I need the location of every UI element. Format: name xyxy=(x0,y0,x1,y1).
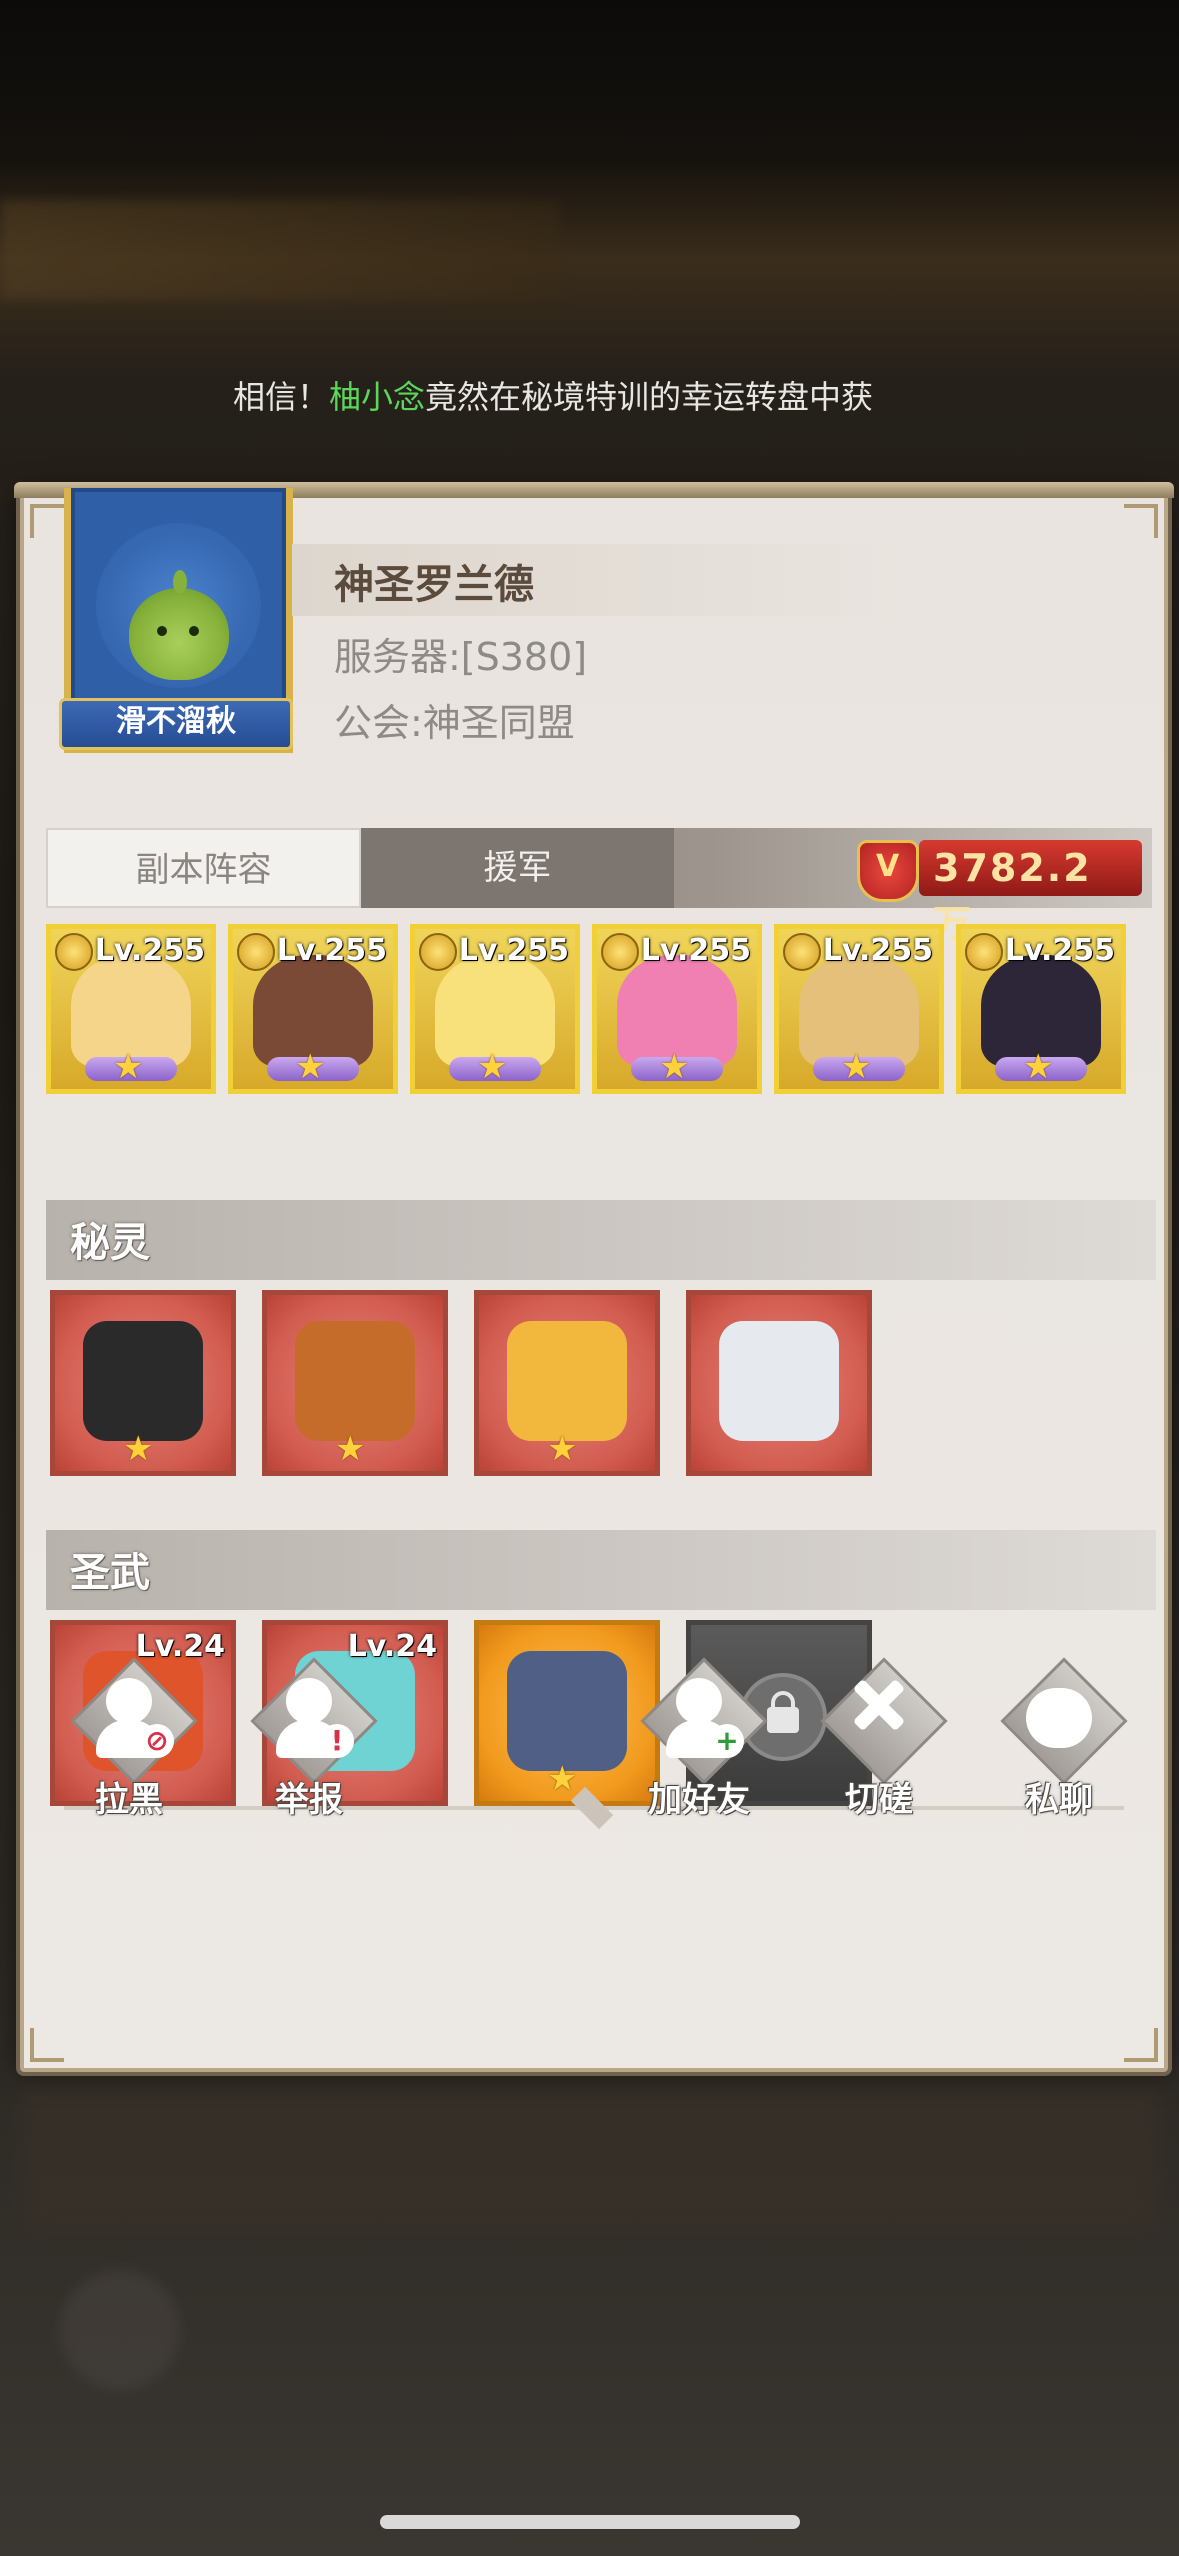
hero-lineup: Lv.255 ★ Lv.255 ★ Lv.255 ★ Lv.255 ★ Lv.255 ★ Lv.25… xyxy=(46,924,1136,1100)
hero-card[interactable]: Lv.255 ★ xyxy=(774,924,944,1094)
player-avatar[interactable]: 滑不溜秋 xyxy=(59,488,293,753)
spirit-tile[interactable]: ★ xyxy=(262,1290,448,1476)
spirit-creature-icon xyxy=(719,1321,839,1441)
hero-level: Lv.255 xyxy=(822,933,933,968)
player-info-panel: 滑不溜秋 神圣罗兰德 服务器:[S380] 公会:神圣同盟 副本阵容 援军 37… xyxy=(14,482,1174,2072)
background-blurred-content xyxy=(20,2080,1160,2230)
ticker-player-name: 柚小念 xyxy=(329,378,426,416)
chat-bubble-icon xyxy=(1026,1688,1092,1748)
star-icon: ★ xyxy=(547,1429,578,1469)
button-frame xyxy=(820,1657,948,1785)
tab-dungeon-lineup[interactable]: 副本阵容 xyxy=(46,828,361,908)
combat-power: 3782.2万 xyxy=(857,836,1142,946)
star-icon: ★ xyxy=(1023,1047,1054,1087)
spirits-section-header: 秘灵 xyxy=(46,1200,1156,1280)
spirit-tile[interactable]: ★ xyxy=(50,1290,236,1476)
weapon-level: Lv.24 xyxy=(135,1629,225,1664)
weapon-level: Lv.24 xyxy=(347,1629,437,1664)
person-icon xyxy=(676,1678,722,1724)
power-shield-icon xyxy=(857,840,919,902)
spar-button[interactable]: 切磋 xyxy=(814,1657,948,1820)
slime-avatar-icon xyxy=(129,570,229,680)
ticker-prefix: 相信！ xyxy=(233,378,330,416)
weapon-icon xyxy=(507,1651,627,1771)
server-label: 服务器:[S380] xyxy=(334,635,588,679)
add-friend-button[interactable]: + 加好友 xyxy=(634,1657,768,1820)
badge-icon: + xyxy=(710,1724,744,1758)
star-icon: ★ xyxy=(335,1429,366,1469)
corner-ornament xyxy=(1124,504,1158,538)
action-label: 举报 xyxy=(275,1780,343,1820)
person-icon xyxy=(106,1678,152,1724)
hero-level: Lv.255 xyxy=(276,933,387,968)
star-icon: ★ xyxy=(295,1047,326,1087)
private-chat-button[interactable]: 私聊 xyxy=(994,1657,1128,1820)
hero-level: Lv.255 xyxy=(1004,933,1115,968)
spirits-title: 秘灵 xyxy=(70,1220,150,1266)
hero-card[interactable]: Lv.255 ★ xyxy=(956,924,1126,1094)
background-blurred-button xyxy=(60,2270,180,2390)
background-banner xyxy=(0,200,560,300)
action-label: 拉黑 xyxy=(95,1780,163,1820)
block-button[interactable]: ⊘ 拉黑 xyxy=(64,1657,198,1820)
spirit-tile[interactable] xyxy=(686,1290,872,1476)
hero-card[interactable]: Lv.255 ★ xyxy=(46,924,216,1094)
person-icon xyxy=(286,1678,332,1724)
star-icon: ★ xyxy=(123,1429,154,1469)
home-indicator[interactable] xyxy=(380,2515,800,2529)
corner-ornament xyxy=(30,504,64,538)
star-icon: ★ xyxy=(841,1047,872,1087)
player-name: 神圣罗兰德 xyxy=(334,562,534,608)
spirit-creature-icon xyxy=(295,1321,415,1441)
weapons-section-header: 圣武 xyxy=(46,1530,1156,1610)
corner-ornament xyxy=(30,2028,64,2062)
guild-label: 公会:神圣同盟 xyxy=(334,701,575,745)
avatar-caption: 滑不溜秋 xyxy=(59,698,293,750)
ticker-text: 竟然在秘境特训的幸运转盘中获 xyxy=(425,378,874,416)
weapons-title: 圣武 xyxy=(70,1550,150,1596)
star-icon: ★ xyxy=(113,1047,144,1087)
broadcast-ticker: 相信！柚小念竟然在秘境特训的幸运转盘中获 xyxy=(233,370,933,424)
star-icon: ★ xyxy=(477,1047,508,1087)
tab-reinforcements[interactable]: 援军 xyxy=(361,828,674,908)
action-label: 加好友 xyxy=(648,1780,750,1820)
badge-icon: ⊘ xyxy=(140,1724,174,1758)
hero-card[interactable]: Lv.255 ★ xyxy=(592,924,762,1094)
star-icon: ★ xyxy=(547,1759,578,1799)
report-button[interactable]: ! 举报 xyxy=(244,1657,378,1820)
hero-level: Lv.255 xyxy=(640,933,751,968)
combat-power-value: 3782.2万 xyxy=(919,840,1142,946)
spirit-creature-icon xyxy=(83,1321,203,1441)
hero-level: Lv.255 xyxy=(458,933,569,968)
lineup-tabs: 副本阵容 援军 3782.2万 xyxy=(46,828,1152,946)
hero-card[interactable]: Lv.255 ★ xyxy=(228,924,398,1094)
star-icon: ★ xyxy=(659,1047,690,1087)
action-label: 私聊 xyxy=(1025,1780,1093,1820)
action-label: 切磋 xyxy=(845,1780,913,1820)
weapon-tile[interactable]: ★ xyxy=(474,1620,660,1806)
spirit-creature-icon xyxy=(507,1321,627,1441)
hero-card[interactable]: Lv.255 ★ xyxy=(410,924,580,1094)
spirit-tile[interactable]: ★ xyxy=(474,1290,660,1476)
hero-level: Lv.255 xyxy=(94,933,205,968)
corner-ornament xyxy=(1124,2028,1158,2062)
badge-icon: ! xyxy=(320,1724,354,1758)
